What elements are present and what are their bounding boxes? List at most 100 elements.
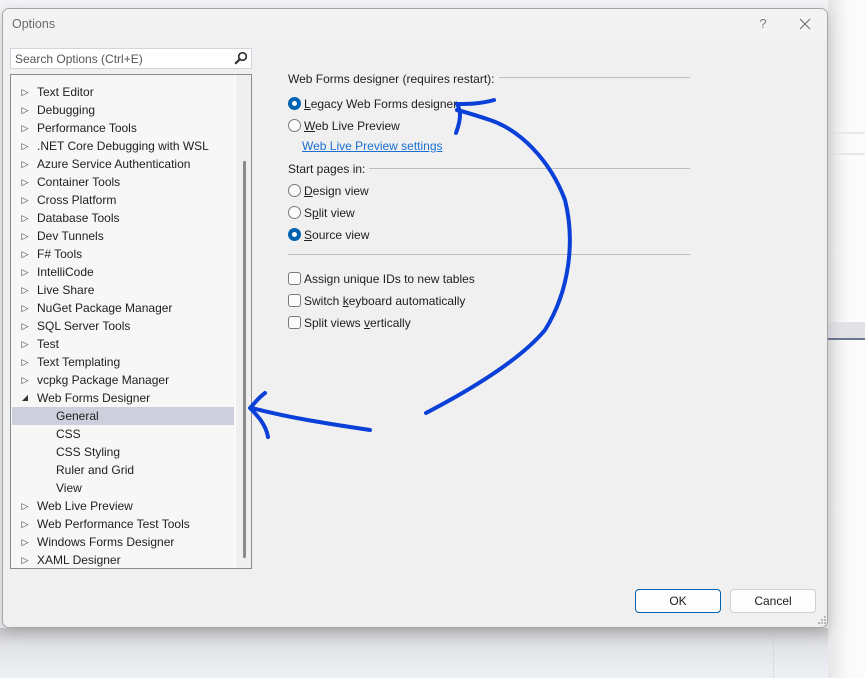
tree-item-label: Web Forms Designer: [37, 391, 151, 405]
background-window-edge: [828, 0, 865, 678]
tree-item-label: Performance Tools: [37, 121, 137, 135]
web-live-preview-settings-link[interactable]: Web Live Preview settings: [302, 139, 443, 153]
close-button[interactable]: [793, 13, 817, 35]
search-input[interactable]: [11, 49, 226, 68]
collapsed-arrow-icon[interactable]: ▷: [20, 533, 30, 551]
tree-item[interactable]: ▷ Live Share: [12, 281, 234, 299]
tree-item[interactable]: CSS Styling: [12, 443, 234, 461]
tree-item[interactable]: ▷ Debugging: [12, 101, 234, 119]
radio-button-checked[interactable]: [288, 97, 301, 110]
collapsed-arrow-icon[interactable]: ▷: [20, 497, 30, 515]
radio-button[interactable]: [288, 184, 301, 197]
collapsed-arrow-icon[interactable]: ▷: [20, 227, 30, 245]
tree-item[interactable]: View: [12, 479, 234, 497]
tree-item[interactable]: ▷ F# Tools: [12, 245, 234, 263]
tree-scrollbar[interactable]: [235, 75, 251, 568]
background-dotted-line: [773, 628, 774, 678]
tree-item-label: Dev Tunnels: [37, 229, 104, 243]
collapsed-arrow-icon[interactable]: ▷: [20, 371, 30, 389]
collapsed-arrow-icon[interactable]: ▷: [20, 281, 30, 299]
tree-item-label: SQL Server Tools: [37, 319, 131, 333]
collapsed-arrow-icon[interactable]: ▷: [20, 83, 30, 101]
scrollbar-thumb[interactable]: [243, 161, 246, 558]
radio-button[interactable]: [288, 119, 301, 132]
tree-item-label: General: [56, 409, 99, 423]
tree-item-label: CSS Styling: [56, 445, 121, 459]
tree-item[interactable]: ▷ Container Tools: [12, 173, 234, 191]
tree-item[interactable]: ▷ XAML Designer: [12, 551, 234, 569]
radio-label: Web Live Preview: [304, 119, 400, 133]
tree-item[interactable]: ▷ Azure Service Authentication: [12, 155, 234, 173]
collapsed-arrow-icon[interactable]: ▷: [20, 263, 30, 281]
tree-item[interactable]: ▷ Performance Tools: [12, 119, 234, 137]
tree-item[interactable]: General: [12, 407, 234, 425]
tree-item-label: Text Templating: [37, 355, 121, 369]
tree-item-label: NuGet Package Manager: [37, 301, 173, 315]
tree-item-label: vcpkg Package Manager: [37, 373, 170, 387]
tree-item[interactable]: ▷ Web Live Preview: [12, 497, 234, 515]
tree-item-label: Test: [37, 337, 60, 351]
collapsed-arrow-icon[interactable]: ▷: [20, 173, 30, 191]
tree-item[interactable]: ▷ Text Editor: [12, 83, 234, 101]
tree-item[interactable]: ▷ Windows Forms Designer: [12, 533, 234, 551]
radio-label: Split view: [304, 206, 355, 220]
ok-button[interactable]: OK: [635, 589, 721, 613]
collapsed-arrow-icon[interactable]: ▷: [20, 317, 30, 335]
checkbox[interactable]: [288, 294, 301, 307]
designer-group-label: Web Forms designer (requires restart):: [288, 72, 499, 86]
tree-item[interactable]: ▷ Database Tools: [12, 209, 234, 227]
tree-item[interactable]: ▷ Test: [12, 335, 234, 353]
collapsed-arrow-icon[interactable]: ▷: [20, 245, 30, 263]
checkbox[interactable]: [288, 272, 301, 285]
tree-item[interactable]: Ruler and Grid: [12, 461, 234, 479]
window-title: Options: [12, 17, 56, 31]
tree-item[interactable]: ▷ Dev Tunnels: [12, 227, 234, 245]
search-options-box[interactable]: [10, 48, 252, 69]
collapsed-arrow-icon[interactable]: ▷: [20, 515, 30, 533]
tree-item[interactable]: ▷ NuGet Package Manager: [12, 299, 234, 317]
collapsed-arrow-icon[interactable]: ▷: [20, 137, 30, 155]
cancel-button[interactable]: Cancel: [730, 589, 816, 613]
tree-item[interactable]: ▷ Web Performance Test Tools: [12, 515, 234, 533]
tree-item-label: Cross Platform: [37, 193, 117, 207]
background-window-bottom: [0, 628, 828, 678]
tree-item[interactable]: ▷ .NET Core Debugging with WSL: [12, 137, 234, 155]
options-tree[interactable]: ▷ Text Editor ▷ Debugging ▷ Performance Tools…: [10, 74, 252, 569]
collapsed-arrow-icon[interactable]: ▷: [20, 209, 30, 227]
help-button[interactable]: ?: [753, 13, 773, 35]
tree-item-label: View: [56, 481, 82, 495]
tree-item-label: Debugging: [37, 103, 96, 117]
tree-item[interactable]: ▷ Cross Platform: [12, 191, 234, 209]
radio-label: Legacy Web Forms designer: [304, 97, 458, 111]
background-line: [828, 132, 865, 134]
background-line: [828, 153, 865, 155]
search-icon[interactable]: [234, 51, 248, 65]
tree-item-label: .NET Core Debugging with WSL: [37, 139, 209, 153]
collapsed-arrow-icon[interactable]: ▷: [20, 191, 30, 209]
checkbox[interactable]: [288, 316, 301, 329]
tree-item[interactable]: ▷ IntelliCode: [12, 263, 234, 281]
tree-item[interactable]: CSS: [12, 425, 234, 443]
tree-item[interactable]: ▷ SQL Server Tools: [12, 317, 234, 335]
collapsed-arrow-icon[interactable]: ▷: [20, 119, 30, 137]
tree-item-label: Web Performance Test Tools: [37, 517, 190, 531]
radio-button[interactable]: [288, 206, 301, 219]
collapsed-arrow-icon[interactable]: ▷: [20, 353, 30, 371]
resize-grip-icon[interactable]: [817, 615, 827, 625]
tree-item[interactable]: ▷ vcpkg Package Manager: [12, 371, 234, 389]
tree-item[interactable]: ▷ Text Templating: [12, 353, 234, 371]
collapsed-arrow-icon[interactable]: ▷: [20, 155, 30, 173]
radio-button-checked[interactable]: [288, 228, 301, 241]
collapsed-arrow-icon[interactable]: ▷: [20, 101, 30, 119]
checkbox-label: Assign unique IDs to new tables: [304, 272, 475, 286]
title-bar[interactable]: Options ?: [3, 9, 827, 40]
tree-item[interactable]: ◢ Web Forms Designer: [12, 389, 234, 407]
tree-item-label: Live Share: [37, 283, 95, 297]
checkbox-label: Switch keyboard automatically: [304, 294, 466, 308]
collapsed-arrow-icon[interactable]: ▷: [20, 551, 30, 569]
expanded-arrow-icon[interactable]: ◢: [20, 389, 30, 407]
collapsed-arrow-icon[interactable]: ▷: [20, 299, 30, 317]
tree-item-label: Windows Forms Designer: [37, 535, 175, 549]
collapsed-arrow-icon[interactable]: ▷: [20, 335, 30, 353]
tree-item-label: Ruler and Grid: [56, 463, 135, 477]
